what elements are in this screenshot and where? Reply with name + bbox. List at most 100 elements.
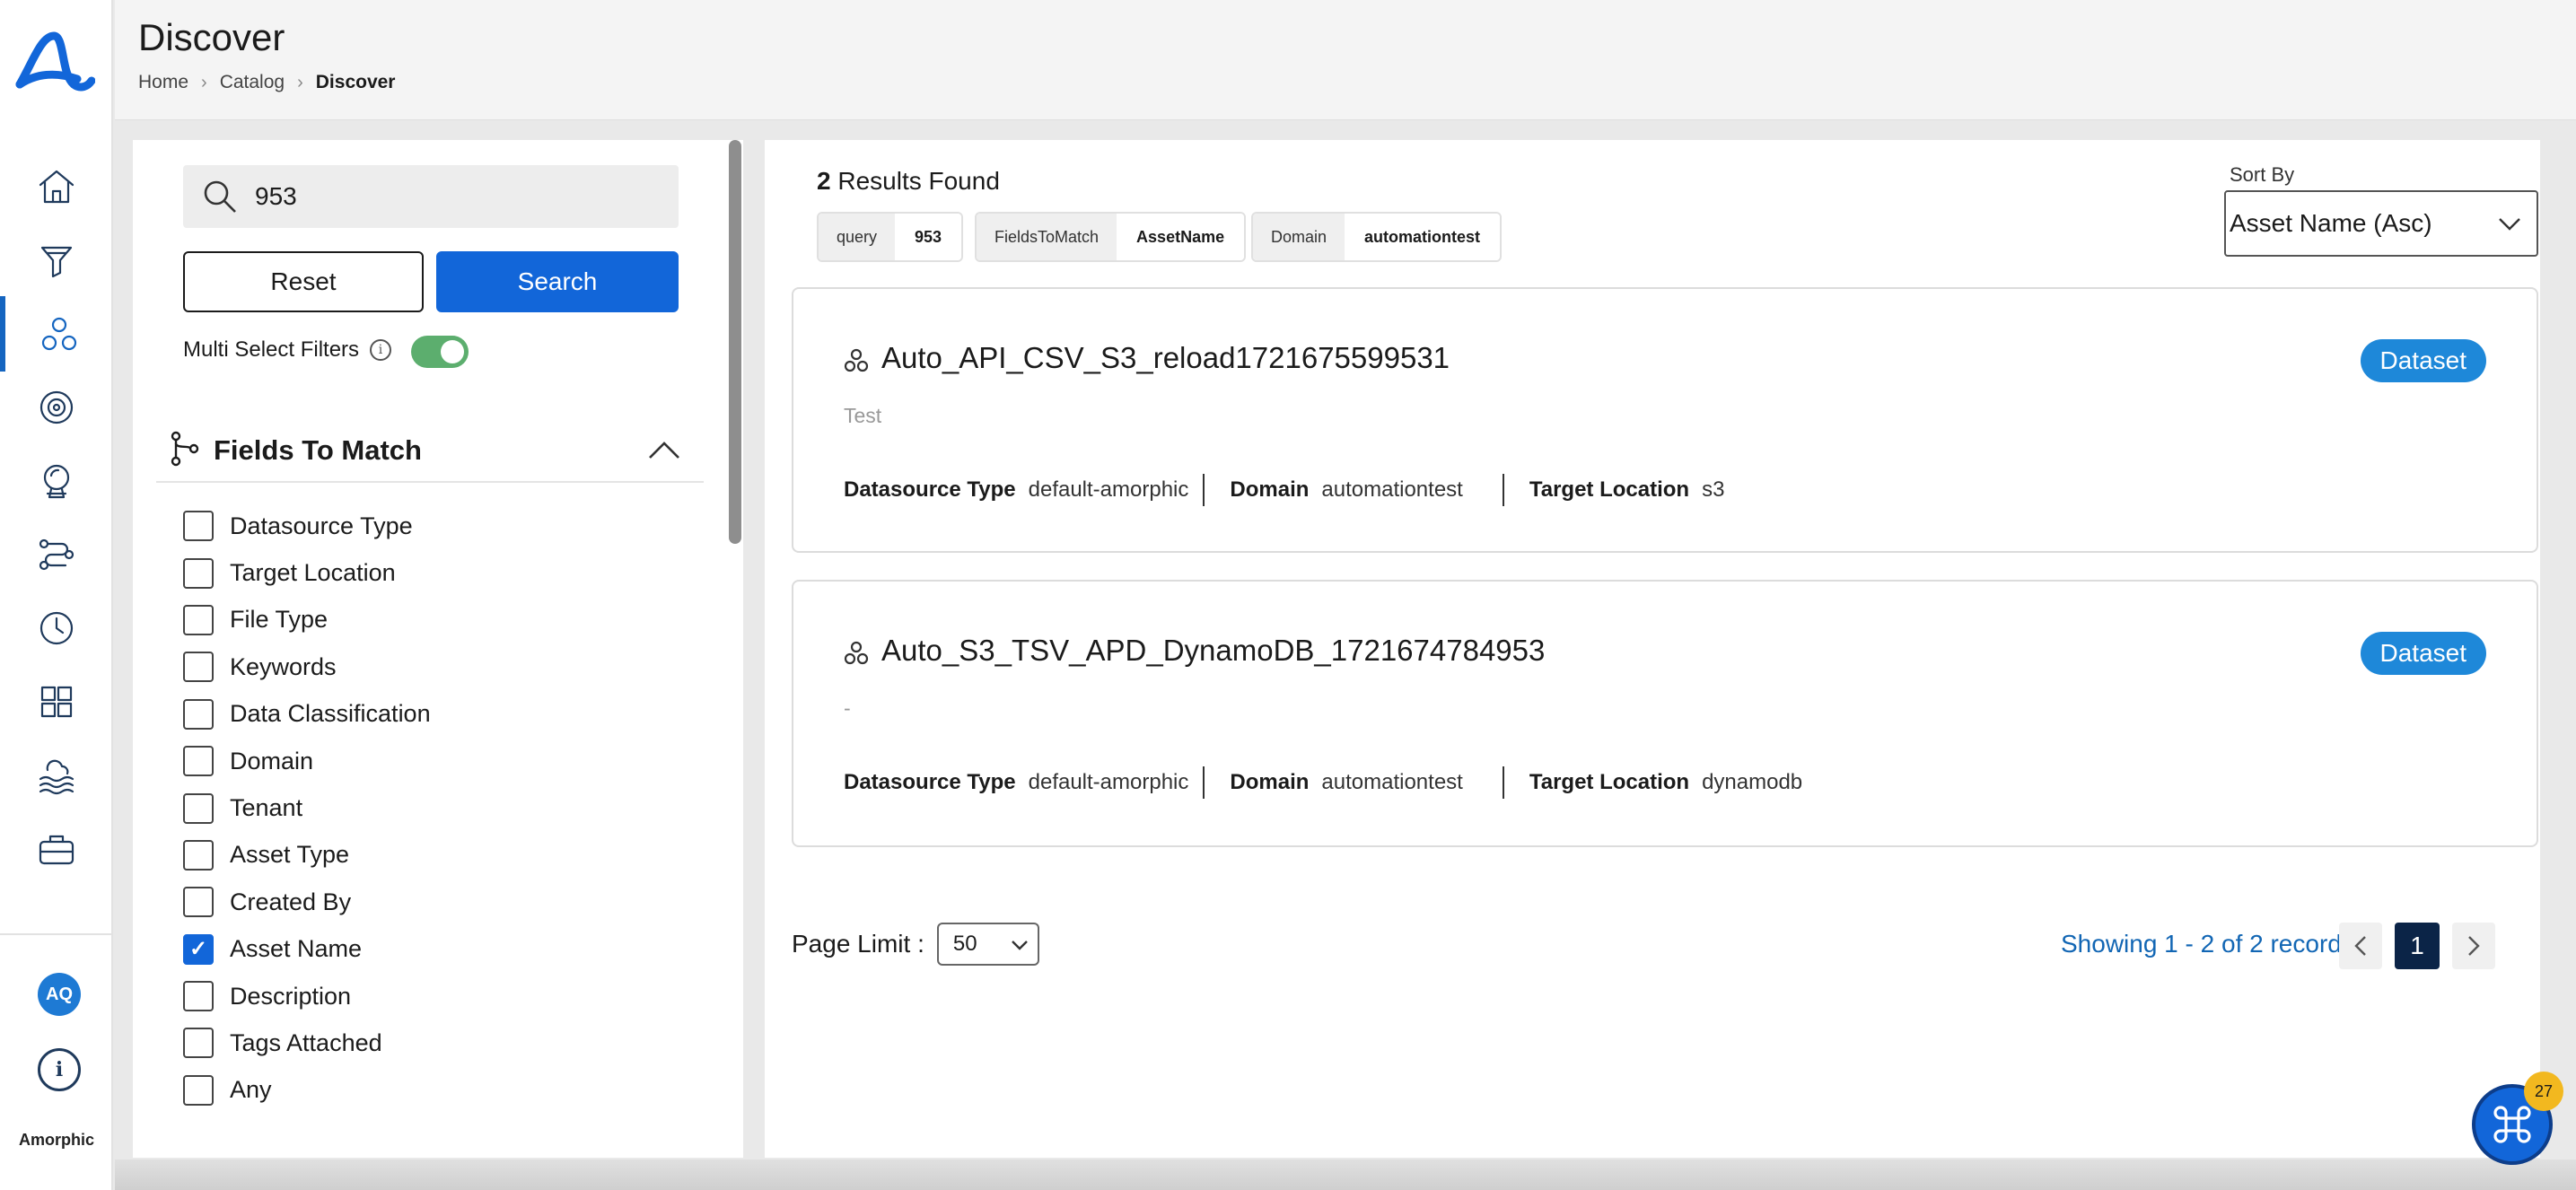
- field-option-label: Tenant: [230, 794, 303, 822]
- checkbox[interactable]: [183, 792, 214, 824]
- asset-name-link[interactable]: Auto_S3_TSV_APD_DynamoDB_1721674784953: [881, 634, 1545, 668]
- field-option[interactable]: Tenant: [183, 784, 431, 831]
- asset-description: -: [844, 696, 851, 720]
- nav-schedules[interactable]: [0, 591, 113, 666]
- field-option[interactable]: Datasource Type: [183, 503, 431, 549]
- pipelines-icon: [39, 538, 74, 571]
- page-limit: Page Limit : 50: [792, 923, 1039, 966]
- chip-value: AssetName: [1117, 214, 1245, 260]
- field-option[interactable]: Data Classification: [183, 691, 431, 738]
- schedule-clock-icon: [39, 611, 74, 645]
- sort-by-select[interactable]: Asset Name (Asc): [2224, 190, 2538, 257]
- nav-integrations[interactable]: [0, 664, 113, 739]
- field-option[interactable]: File Type: [183, 597, 431, 643]
- nav-datalake[interactable]: [0, 738, 113, 813]
- fields-to-match-list: Datasource Type Target Location File Type K…: [183, 503, 431, 1114]
- checkbox[interactable]: [183, 839, 214, 871]
- checkbox[interactable]: [183, 557, 214, 589]
- chevron-up-icon[interactable]: [646, 438, 682, 463]
- chip-value: automationtest: [1345, 214, 1501, 260]
- page-limit-select[interactable]: 50: [936, 923, 1039, 966]
- nav-filter[interactable]: [0, 223, 113, 298]
- filter-chip-domain[interactable]: Domain automationtest: [1251, 212, 1503, 262]
- checkbox[interactable]: [183, 746, 214, 777]
- dataset-icon: [844, 348, 869, 372]
- bottom-edge: [115, 1159, 2576, 1190]
- fields-to-match-header[interactable]: Fields To Match: [156, 418, 704, 483]
- toolbox-icon: [39, 835, 74, 865]
- field-option[interactable]: Description: [183, 973, 431, 1019]
- results-count-number: 2: [817, 167, 831, 195]
- nav-explorer[interactable]: [0, 443, 113, 519]
- result-card[interactable]: Auto_S3_TSV_APD_DynamoDB_1721674784953 D…: [792, 580, 2538, 847]
- current-page-button[interactable]: 1: [2395, 923, 2440, 969]
- field-option[interactable]: Target Location: [183, 549, 431, 596]
- field-option-label: Asset Type: [230, 841, 350, 869]
- field-option[interactable]: Any: [183, 1067, 431, 1114]
- filter-scrollbar-thumb[interactable]: [729, 140, 741, 544]
- breadcrumb: Home › Catalog › Discover: [138, 72, 395, 93]
- field-option[interactable]: ✓ Asset Name: [183, 926, 431, 973]
- notification-count-badge: 27: [2524, 1072, 2563, 1111]
- field-option-label: Asset Name: [230, 935, 363, 963]
- field-option[interactable]: Created By: [183, 879, 431, 925]
- field-option[interactable]: Tags Attached: [183, 1019, 431, 1066]
- results-count: 2 Results Found: [817, 167, 1000, 196]
- meta-value: automationtest: [1321, 477, 1463, 502]
- datalake-waves-icon: [39, 759, 74, 795]
- asset-meta: Datasource Type default-amorphic Domain …: [844, 474, 1724, 506]
- checkbox[interactable]: [183, 887, 214, 918]
- field-option-label: Target Location: [230, 559, 396, 587]
- field-option-label: Datasource Type: [230, 512, 413, 539]
- nav-home[interactable]: [0, 149, 113, 224]
- meta-key: Target Location: [1529, 477, 1690, 502]
- checkbox[interactable]: [183, 981, 214, 1012]
- meta-divider: [1502, 474, 1504, 506]
- search-button[interactable]: Search: [436, 251, 679, 312]
- breadcrumb-home[interactable]: Home: [138, 72, 188, 93]
- checkbox[interactable]: [183, 698, 214, 730]
- prev-page-button[interactable]: [2339, 923, 2382, 969]
- info-icon[interactable]: i: [370, 339, 392, 361]
- search-input[interactable]: [255, 182, 650, 211]
- nav-toolbox[interactable]: [0, 811, 113, 887]
- chevron-right-icon: [2468, 936, 2480, 956]
- checkbox[interactable]: [183, 1074, 214, 1106]
- amorphic-logo[interactable]: [14, 27, 95, 99]
- brand-name: Amorphic: [18, 1131, 94, 1149]
- info-icon[interactable]: i: [38, 1048, 81, 1091]
- nav-settings[interactable]: [0, 370, 113, 445]
- multi-select-label: Multi Select Filters: [183, 337, 360, 362]
- dataset-icon: [844, 641, 869, 665]
- asset-meta: Datasource Type default-amorphic Domain …: [844, 766, 1802, 799]
- sort-by-label: Sort By: [2230, 163, 2295, 186]
- meta-key: Datasource Type: [844, 770, 1016, 794]
- chevron-left-icon: [2354, 936, 2366, 956]
- checkbox[interactable]: [183, 604, 214, 635]
- asset-name-link[interactable]: Auto_API_CSV_S3_reload1721675599531: [881, 341, 1450, 375]
- field-option[interactable]: Keywords: [183, 643, 431, 690]
- checkbox[interactable]: [183, 511, 214, 542]
- filter-chip-query[interactable]: query 953: [817, 212, 964, 262]
- next-page-button[interactable]: [2452, 923, 2495, 969]
- field-option[interactable]: Asset Type: [183, 832, 431, 879]
- chevron-down-icon: [2499, 218, 2520, 231]
- filter-chip-fields[interactable]: FieldsToMatch AssetName: [975, 212, 1247, 262]
- toggle-knob: [441, 340, 464, 363]
- result-card[interactable]: Auto_API_CSV_S3_reload1721675599531 Data…: [792, 287, 2538, 553]
- checkbox[interactable]: [183, 652, 214, 683]
- field-option-label: Data Classification: [230, 700, 431, 728]
- nav-pipelines[interactable]: [0, 517, 113, 592]
- results-count-label: Results Found: [837, 167, 1000, 195]
- search-box[interactable]: [183, 165, 679, 228]
- user-avatar[interactable]: AQ: [38, 973, 81, 1016]
- multi-select-toggle[interactable]: [411, 336, 469, 368]
- breadcrumb-catalog[interactable]: Catalog: [220, 72, 285, 93]
- meta-divider: [1502, 766, 1504, 799]
- asset-type-badge: Dataset: [2360, 632, 2486, 675]
- checkbox[interactable]: [183, 1028, 214, 1059]
- checkbox-checked[interactable]: ✓: [183, 933, 214, 965]
- field-option[interactable]: Domain: [183, 738, 431, 784]
- reset-button[interactable]: Reset: [183, 251, 424, 312]
- nav-discover[interactable]: [0, 296, 113, 372]
